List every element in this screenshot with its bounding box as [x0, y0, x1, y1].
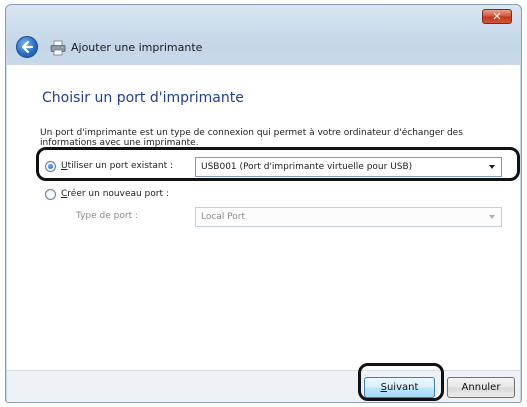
page-heading: Choisir un port d'imprimante	[42, 90, 244, 106]
navigation-bar: Ajouter une imprimante	[16, 34, 496, 62]
highlight-next-button-frame	[358, 363, 444, 401]
page-description: Un port d'imprimante est un type de conn…	[40, 128, 463, 148]
port-type-label: Type de port :	[76, 211, 138, 221]
dropdown-arrow-icon	[489, 215, 495, 219]
close-icon: ✕	[492, 10, 502, 23]
printer-icon	[50, 40, 66, 56]
port-type-select[interactable]: Local Port	[195, 207, 502, 227]
close-button[interactable]: ✕	[482, 9, 512, 24]
create-new-port-label[interactable]: Créer un nouveau port :	[61, 189, 169, 199]
wizard-title: Ajouter une imprimante	[71, 41, 203, 54]
port-type-value: Local Port	[201, 212, 246, 222]
wizard-content: Choisir un port d'imprimante Un port d'i…	[7, 65, 520, 370]
highlight-existing-port-frame	[36, 147, 520, 181]
cancel-button[interactable]: Annuler	[447, 377, 515, 398]
back-arrow-icon	[21, 40, 34, 54]
create-new-port-radio[interactable]	[45, 189, 56, 200]
add-printer-window: ✕ Ajouter une imprimante Choisir un port…	[5, 4, 522, 403]
back-button[interactable]	[16, 36, 38, 58]
